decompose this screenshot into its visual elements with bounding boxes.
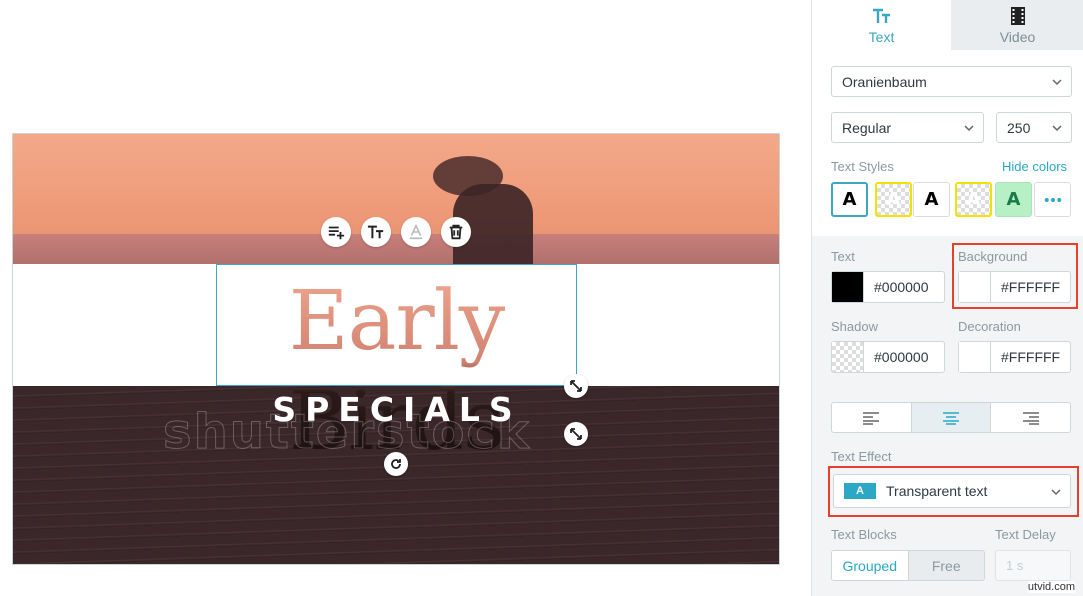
- text-delay-label: Text Delay: [995, 527, 1056, 542]
- shadow-color-value: #000000: [874, 349, 929, 365]
- text-delay-value: 1 s: [1006, 558, 1024, 573]
- text-color-chip[interactable]: [832, 272, 864, 302]
- rotate-handle[interactable]: [384, 452, 408, 476]
- text-color-field[interactable]: #000000: [831, 271, 945, 303]
- text-style-button[interactable]: [361, 217, 391, 247]
- grouped-option[interactable]: Grouped: [832, 551, 908, 580]
- shadow-color-chip[interactable]: [832, 342, 864, 372]
- font-weight-select[interactable]: Regular: [831, 112, 984, 143]
- playlist-add-icon: [328, 226, 345, 240]
- panel-tabs: Text Video: [812, 0, 1083, 50]
- text-style-swatch-5[interactable]: A: [995, 182, 1032, 217]
- more-dots-icon: [1044, 197, 1061, 202]
- background-highlight-box: [952, 243, 1078, 309]
- align-right-button[interactable]: [991, 403, 1070, 432]
- decoration-color-value: #FFFFFF: [1001, 349, 1061, 365]
- text-size-icon: [367, 225, 384, 239]
- text-effect-highlight-box: [828, 466, 1079, 517]
- text-color-label: Text: [831, 249, 855, 264]
- text-color-value: #000000: [874, 279, 929, 295]
- add-text-block-button[interactable]: [321, 217, 351, 247]
- credit-watermark: utvid.com: [1027, 581, 1075, 593]
- shadow-label: Shadow: [831, 319, 878, 334]
- text-delay-select[interactable]: 1 s: [995, 550, 1071, 581]
- chevron-down-icon: [964, 125, 974, 132]
- font-size-value: 250: [1007, 119, 1031, 136]
- delete-button[interactable]: [441, 217, 471, 247]
- decoration-color-chip[interactable]: [959, 342, 991, 372]
- tab-text-label: Text: [868, 28, 895, 45]
- text-style-swatch-3[interactable]: A: [913, 182, 950, 217]
- text-effect-label: Text Effect: [831, 449, 892, 464]
- decoration-color-field[interactable]: #FFFFFF: [958, 341, 1071, 373]
- hide-colors-link[interactable]: Hide colors: [1002, 159, 1067, 174]
- swatch-letter: A: [966, 189, 981, 210]
- font-family-select[interactable]: Oranienbaum: [831, 66, 1072, 97]
- resize-handle[interactable]: [564, 374, 588, 398]
- align-center-button[interactable]: [911, 403, 992, 432]
- properties-panel: Text Video Oranienbaum Regular 250 Text …: [811, 0, 1083, 596]
- chevron-down-icon: [1052, 79, 1062, 86]
- film-icon: [1010, 6, 1025, 25]
- chevron-down-icon: [1052, 125, 1062, 132]
- more-styles-button[interactable]: [1034, 182, 1071, 217]
- swatch-letter: A: [924, 189, 939, 210]
- subtitle-resize-handle[interactable]: [564, 422, 588, 446]
- swatch-letter: A: [1006, 189, 1021, 210]
- font-size-select[interactable]: 250: [996, 112, 1072, 143]
- swatch-letter: A: [842, 189, 857, 210]
- font-weight-value: Regular: [842, 119, 892, 136]
- text-blocks-label: Text Blocks: [831, 527, 897, 542]
- font-family-value: Oranienbaum: [842, 73, 927, 90]
- editor-stage: Early Birds shutterstock SPECIALS: [0, 0, 811, 596]
- align-center-icon: [943, 411, 959, 425]
- resize-icon: [570, 428, 582, 440]
- video-canvas[interactable]: Early Birds shutterstock SPECIALS: [12, 133, 780, 565]
- align-right-icon: [1022, 411, 1039, 425]
- text-style-swatch-2[interactable]: A: [875, 182, 912, 217]
- text-alignment-group: [831, 402, 1071, 433]
- subtitle-text[interactable]: SPECIALS: [13, 390, 779, 429]
- text-style-swatch-1[interactable]: A: [831, 182, 868, 217]
- swatch-letter: A: [886, 189, 901, 210]
- align-left-icon: [863, 411, 880, 425]
- selected-text-box[interactable]: [216, 264, 577, 386]
- tab-text[interactable]: Text: [812, 0, 951, 50]
- text-style-swatch-4[interactable]: A: [955, 182, 992, 217]
- free-option[interactable]: Free: [907, 551, 984, 580]
- text-blocks-toggle: Grouped Free: [831, 550, 985, 581]
- tab-video[interactable]: Video: [951, 0, 1083, 50]
- resize-icon: [570, 380, 582, 392]
- rotate-icon: [391, 459, 401, 469]
- tab-video-label: Video: [999, 28, 1036, 45]
- text-color-icon: [409, 223, 423, 240]
- text-size-icon: [872, 8, 890, 23]
- text-styles-label: Text Styles: [831, 159, 894, 174]
- decoration-label: Decoration: [958, 319, 1021, 334]
- align-left-button[interactable]: [832, 403, 912, 432]
- shadow-color-field[interactable]: #000000: [831, 341, 945, 373]
- text-color-button[interactable]: [401, 217, 431, 247]
- trash-icon: [449, 224, 463, 240]
